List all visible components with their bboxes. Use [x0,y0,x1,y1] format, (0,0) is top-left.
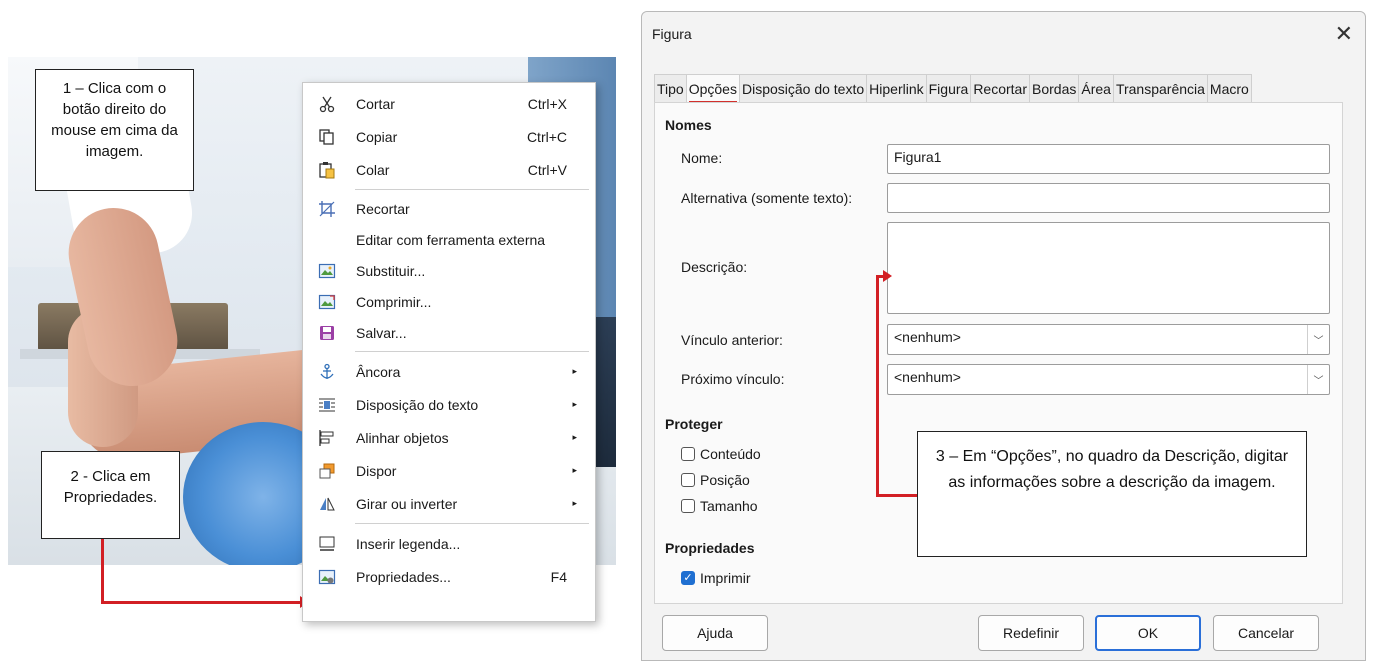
context-menu: Cortar Ctrl+X Copiar Ctrl+C Colar Ctrl+V… [302,82,596,622]
close-icon[interactable]: ✕ [1335,23,1353,45]
align-objects-icon [313,428,341,448]
properties-icon [313,567,341,587]
chevron-down-icon: ﹀ [1307,365,1329,394]
tab-disposicao-texto[interactable]: Disposição do texto [738,74,868,102]
section-propriedades: Propriedades [665,540,755,556]
dialog-titlebar: Figura ✕ [642,12,1365,56]
arrange-icon [313,461,341,481]
callout-step-3: 3 – Em “Opções”, no quadro da Descrição,… [917,431,1307,557]
menu-item-substituir[interactable]: Substituir... [303,255,595,286]
menu-item-cortar[interactable]: Cortar Ctrl+X [303,87,595,120]
vinculo-anterior-select[interactable]: <nenhum> ﹀ [887,324,1330,355]
proximo-vinculo-label: Próximo vínculo: [681,371,785,387]
section-proteger: Proteger [665,416,723,432]
menu-item-colar[interactable]: Colar Ctrl+V [303,153,595,186]
menu-item-recortar[interactable]: Recortar [303,193,595,224]
tamanho-checkbox[interactable]: Tamanho [681,498,758,514]
save-icon [313,323,341,343]
copy-icon [313,127,341,147]
nome-input[interactable]: Figura1 [887,144,1330,174]
submenu-arrow-icon: ▸ [572,432,577,442]
alternativa-label: Alternativa (somente texto): [681,190,853,206]
tab-area[interactable]: Área [1078,74,1114,102]
checkmark-icon: ✓ [681,571,695,585]
descricao-textarea[interactable] [887,222,1330,314]
caption-icon [313,534,341,554]
cancelar-button[interactable]: Cancelar [1213,615,1319,651]
menu-item-ancora[interactable]: Âncora ▸ [303,355,595,388]
replace-image-icon [313,261,341,281]
tab-figura[interactable]: Figura [925,74,972,102]
callout-step-1: 1 – Clica com o botão direito do mouse e… [35,69,194,191]
anchor-icon [313,362,341,382]
menu-item-disposicao-texto[interactable]: Disposição do texto ▸ [303,388,595,421]
submenu-arrow-icon: ▸ [572,399,577,409]
crop-icon [313,199,341,219]
vinculo-anterior-label: Vínculo anterior: [681,332,783,348]
menu-item-inserir-legenda[interactable]: Inserir legenda... [303,527,595,560]
tab-recortar[interactable]: Recortar [970,74,1030,102]
scissors-icon [313,94,341,114]
tab-hiperlink[interactable]: Hiperlink [866,74,927,102]
submenu-arrow-icon: ▸ [572,498,577,508]
section-nomes: Nomes [665,117,712,133]
tab-bordas[interactable]: Bordas [1029,74,1080,102]
menu-item-copiar[interactable]: Copiar Ctrl+C [303,120,595,153]
menu-item-propriedades[interactable]: Propriedades... F4 [303,560,595,593]
chevron-down-icon: ﹀ [1307,325,1329,354]
alternativa-input[interactable] [887,183,1330,213]
nome-label: Nome: [681,150,723,166]
arrow-line [101,539,104,604]
menu-item-editar-externa[interactable]: Editar com ferramenta externa [303,224,595,255]
posicao-checkbox[interactable]: Posição [681,472,750,488]
arrow-line [876,275,879,497]
ok-button[interactable]: OK [1095,615,1201,651]
tab-opcoes[interactable]: Opções [685,74,740,104]
rotate-flip-icon [313,494,341,514]
callout-step-2: 2 - Clica em Propriedades. [41,451,180,539]
descricao-label: Descrição: [681,259,748,275]
paste-icon [313,160,341,180]
menu-item-alinhar-objetos[interactable]: Alinhar objetos ▸ [303,421,595,454]
dialog-title: Figura [652,26,692,42]
submenu-arrow-icon: ▸ [572,366,577,376]
submenu-arrow-icon: ▸ [572,465,577,475]
arrow-head-icon [883,270,892,282]
ajuda-button[interactable]: Ajuda [662,615,768,651]
menu-item-comprimir[interactable]: Comprimir... [303,286,595,317]
figura-dialog: Figura ✕ Tipo Opções Disposição do texto… [641,11,1366,661]
menu-item-salvar[interactable]: Salvar... [303,317,595,348]
compress-image-icon [313,292,341,312]
arrow-line [876,494,918,497]
menu-item-girar-inverter[interactable]: Girar ou inverter ▸ [303,487,595,520]
proximo-vinculo-select[interactable]: <nenhum> ﹀ [887,364,1330,395]
tab-transparencia[interactable]: Transparência [1112,74,1208,102]
redefinir-button[interactable]: Redefinir [978,615,1084,651]
tab-tipo[interactable]: Tipo [654,74,687,102]
imprimir-checkbox[interactable]: ✓ Imprimir [681,570,751,586]
arrow-line [101,601,301,604]
text-wrap-icon [313,395,341,415]
tab-bar: Tipo Opções Disposição do texto Hiperlin… [654,74,1252,104]
menu-item-dispor[interactable]: Dispor ▸ [303,454,595,487]
conteudo-checkbox[interactable]: Conteúdo [681,446,761,462]
tab-macro[interactable]: Macro [1206,74,1252,102]
